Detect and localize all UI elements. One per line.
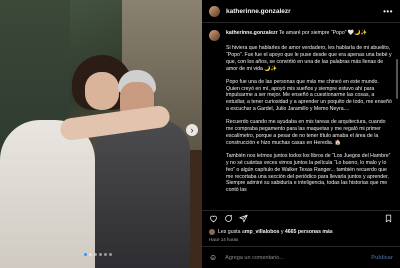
likes-prefix: Les gusta a [218,229,245,235]
post-timestamp[interactable]: Hace 14 horas [209,237,238,242]
post-photo[interactable]: › [0,0,202,268]
caption-text: Si hiviera que hablarles de amor verdade… [202,45,400,194]
likes-user[interactable]: mp_villalobos [245,229,280,235]
share-icon[interactable] [239,214,248,223]
caption-first-line: Te amaré por siempre “Popo” 🤍🌙✨ [278,30,368,36]
carousel-dot-active [84,253,87,256]
photo-dress [0,120,95,268]
comment-icon[interactable] [224,214,233,223]
caption-scroll-area[interactable]: katherinne.gonzalezr Te amaré por siempr… [202,23,400,209]
post-header: katherinne.gonzalezr ••• [202,0,400,23]
post-comment-button[interactable]: Publicar [371,255,393,261]
carousel-dot [99,253,102,256]
liker-avatar[interactable] [209,229,215,235]
instagram-post-window: › katherinne.gonzalezr ••• katherinne.go… [0,0,400,268]
avatar[interactable] [209,5,220,17]
likes-count[interactable]: 4665 personas más [285,229,333,235]
photo-woman-face [85,72,119,110]
carousel-dot [94,253,97,256]
likes-summary: Les gusta a mp_villalobos y 4665 persona… [209,229,333,235]
comment-bar: ☺ Publicar [202,246,400,268]
caption-paragraph: Popo fue una de las personas que más me … [226,78,392,113]
post-side-panel: katherinne.gonzalezr ••• katherinne.gonz… [202,0,400,268]
photo-jacket [95,120,190,268]
carousel-dot [104,253,107,256]
header-username[interactable]: katherinne.gonzalezr [226,8,291,15]
caption-paragraph: Si hiviera que hablarles de amor verdade… [226,45,392,72]
caption-paragraph: También nos leímos juntos todos los libr… [226,152,391,194]
action-bar [202,210,400,226]
bookmark-icon[interactable] [384,214,393,223]
comment-input[interactable] [223,253,372,262]
caption-header: katherinne.gonzalezr Te amaré por siempr… [202,23,400,41]
more-options-icon[interactable]: ••• [383,7,393,16]
caption-paragraph: Recuerdo cuando me ayudaba en mis tareas… [226,119,386,146]
carousel-dot [109,253,112,256]
caption-avatar[interactable] [209,30,220,41]
caption-username[interactable]: katherinne.gonzalezr [226,30,278,36]
scrollbar[interactable] [396,59,398,99]
next-image-button[interactable]: › [186,124,198,136]
carousel-indicator [84,253,112,256]
emoji-icon[interactable]: ☺ [209,253,217,262]
heart-icon[interactable] [209,214,218,223]
carousel-dot [89,253,92,256]
